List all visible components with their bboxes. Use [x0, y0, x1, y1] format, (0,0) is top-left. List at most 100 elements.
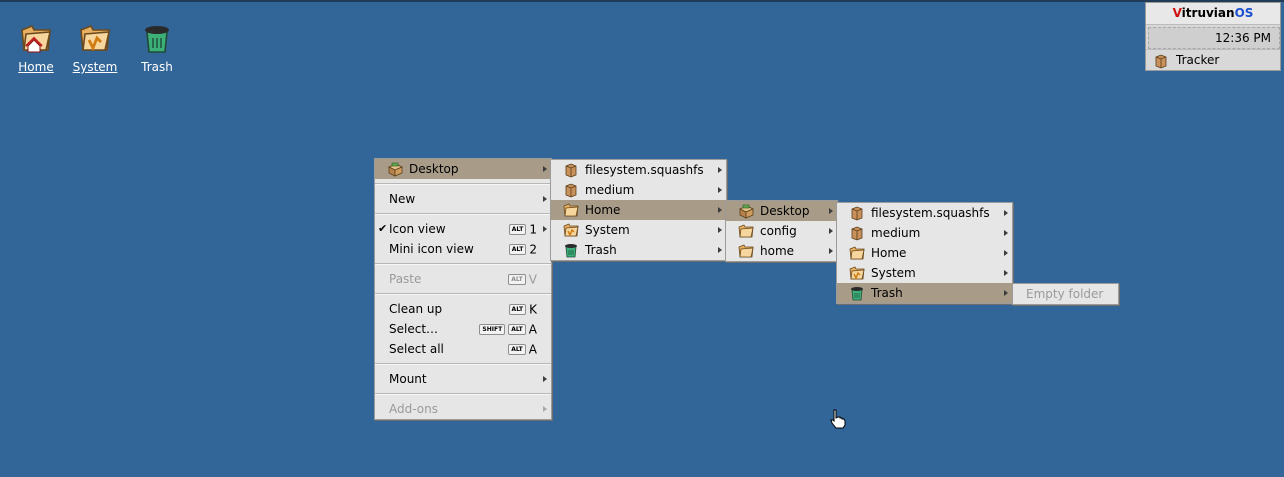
menu-item-paste: Paste ALT V — [375, 269, 551, 289]
menu-item-empty-folder: Empty folder — [1026, 287, 1104, 301]
desktop-icon-system[interactable]: System — [65, 22, 125, 74]
menu-item-config[interactable]: config — [726, 221, 837, 241]
deskbar-brand-menu[interactable]: VitruvianOS — [1146, 3, 1280, 25]
submenu-arrow-icon — [543, 226, 547, 232]
shift-key-badge: SHIFT — [479, 324, 506, 335]
menu-item-select[interactable]: Select… SHIFT ALT A — [375, 319, 551, 339]
alt-key-badge: ALT — [508, 324, 526, 335]
alt-key-badge: ALT — [508, 344, 526, 355]
system-folder-icon — [849, 266, 865, 280]
menu-item-trash[interactable]: Trash — [551, 240, 726, 260]
menu-item-label: Home — [585, 203, 621, 217]
brand-initial: V — [1172, 6, 1182, 20]
trash-icon — [564, 243, 578, 258]
package-icon — [565, 183, 577, 198]
package-icon — [851, 206, 863, 221]
menu-item-label: System — [585, 223, 630, 237]
submenu-arrow-icon — [543, 376, 547, 382]
alt-key-badge: ALT — [508, 304, 527, 315]
desktop-context-menu: Desktop New ✔ Icon view ALT 1 Mini icon v… — [374, 158, 552, 420]
submenu-arrow-icon — [718, 167, 722, 173]
menu-item-medium[interactable]: medium — [837, 223, 1012, 243]
menu-item-label: medium — [585, 183, 635, 197]
menu-item-filesystem-squashfs[interactable]: filesystem.squashfs — [551, 160, 726, 180]
brand-suffix: OS — [1234, 6, 1254, 20]
menu-item-home[interactable]: Home — [837, 243, 1012, 263]
menu-item-medium[interactable]: medium — [551, 180, 726, 200]
submenu-arrow-icon — [1004, 230, 1008, 236]
folder-icon — [563, 203, 579, 217]
submenu-arrow-icon — [718, 247, 722, 253]
folder-icon — [738, 244, 754, 258]
menu-item-label: Home — [871, 246, 907, 260]
deskbar: VitruvianOS 12:36 PM Tracker — [1145, 2, 1281, 71]
desktop-icon — [388, 162, 403, 177]
shortcut-key: 1 — [529, 222, 537, 237]
folder-icon — [738, 224, 754, 238]
deskbar-clock[interactable]: 12:36 PM — [1148, 27, 1280, 49]
submenu-arrow-icon — [543, 406, 547, 412]
menu-item-home[interactable]: home — [726, 241, 837, 261]
menu-item-icon-view[interactable]: ✔ Icon view ALT 1 — [375, 219, 551, 239]
system-folder-icon — [563, 223, 579, 237]
menu-item-label: System — [871, 266, 916, 280]
menu-item-label: Add-ons — [389, 402, 438, 416]
menu-item-desktop[interactable]: Desktop — [375, 159, 551, 179]
submenu-arrow-icon — [1004, 250, 1008, 256]
menu-item-home[interactable]: Home — [551, 200, 726, 220]
menu-item-label: New — [389, 192, 416, 206]
submenu-arrow-icon — [718, 227, 722, 233]
menu-item-label: Desktop — [760, 204, 810, 218]
desktop-icon — [739, 204, 754, 219]
shortcut: ALT K — [508, 299, 537, 320]
tracker-icon — [1153, 53, 1169, 69]
deskbar-app-label: Tracker — [1176, 53, 1220, 67]
submenu-arrow-icon — [543, 196, 547, 202]
deskbar-app-tracker[interactable]: Tracker — [1146, 49, 1280, 71]
menu-item-mini-icon-view[interactable]: Mini icon view ALT 2 — [375, 239, 551, 259]
menu-item-clean-up[interactable]: Clean up ALT K — [375, 299, 551, 319]
menu-separator — [375, 213, 551, 215]
menu-separator — [375, 393, 551, 395]
menu-item-select-all[interactable]: Select all ALT A — [375, 339, 551, 359]
menu-item-system[interactable]: System — [837, 263, 1012, 283]
menu-item-label: home — [760, 244, 795, 258]
submenu-arrow-icon — [543, 166, 547, 172]
menu-item-trash[interactable]: Trash — [837, 283, 1012, 303]
package-icon — [565, 163, 577, 178]
menu-item-mount[interactable]: Mount — [375, 369, 551, 389]
system-folder-icon — [79, 24, 111, 52]
submenu-arrow-icon — [718, 187, 722, 193]
menu-item-desktop[interactable]: Desktop — [726, 201, 837, 221]
menu-item-label: Icon view — [389, 222, 446, 236]
menu-item-filesystem-squashfs[interactable]: filesystem.squashfs — [837, 203, 1012, 223]
menu-separator — [375, 363, 551, 365]
alt-key-badge: ALT — [508, 244, 527, 255]
menu-separator — [375, 263, 551, 265]
trash-icon — [850, 286, 864, 301]
home-folder-icon — [21, 25, 51, 53]
home-submenu: Desktop config home — [725, 200, 838, 262]
hand-pointer-icon — [830, 409, 846, 429]
menu-item-new[interactable]: New — [375, 189, 551, 209]
shortcut-key: A — [528, 322, 537, 337]
menu-item-system[interactable]: System — [551, 220, 726, 240]
desktop-icon-label: Trash — [141, 60, 173, 74]
submenu-arrow-icon — [829, 208, 833, 214]
top-border — [0, 0, 1284, 2]
shortcut: ALT V — [508, 269, 537, 290]
desktop-icon-home[interactable]: Home — [6, 22, 66, 74]
menu-separator — [375, 293, 551, 295]
desktop-icon-trash[interactable]: Trash — [127, 22, 187, 74]
shortcut: ALT A — [508, 339, 537, 360]
menu-item-label: Clean up — [389, 302, 443, 316]
menu-item-label: Mini icon view — [389, 242, 474, 256]
menu-item-label: filesystem.squashfs — [585, 163, 704, 177]
menu-item-label: filesystem.squashfs — [871, 206, 990, 220]
folder-icon — [849, 246, 865, 260]
desktop-icon-label: Home — [18, 60, 54, 74]
desktop-icon-label: System — [72, 60, 118, 74]
menu-item-add-ons: Add-ons — [375, 399, 551, 419]
menu-item-label: Select all — [389, 342, 444, 356]
menu-item-label: medium — [871, 226, 921, 240]
